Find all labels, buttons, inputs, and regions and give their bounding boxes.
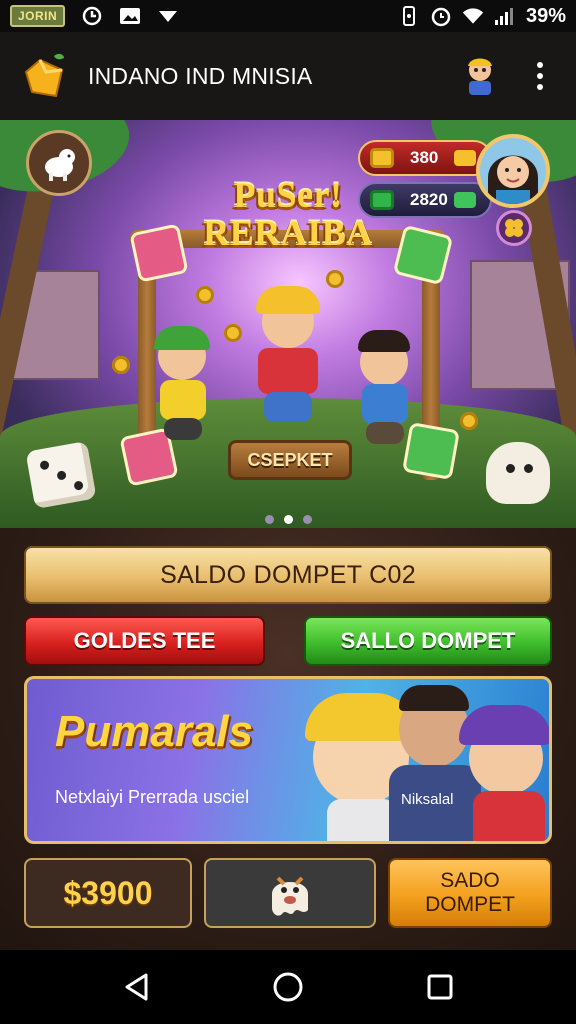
coins-counter[interactable]: 380 [358,140,492,176]
promo-man-hair [399,685,469,711]
coin-icon [460,412,478,430]
pet-profile-button[interactable] [26,130,92,196]
coin-icon [370,148,394,168]
promo-title: Pumarals [55,707,254,756]
character-dark-hair-boy [350,330,420,450]
hero-title-line2: RERAIBA [203,213,373,253]
vibrate-icon [398,5,420,27]
wifi-icon [462,5,484,27]
dropdown-icon [157,5,179,27]
sheep-icon [45,149,75,181]
coin-icon [224,324,242,342]
wallet-button-line1: SADO [440,869,500,892]
sallo-dompet-button[interactable]: SALLO DOMPET [304,616,552,666]
promo-subtitle: Netxlaiyi Prerrada usciel [55,787,250,807]
hero-banner[interactable]: 380 2820 PuSer! RERAIBA CSEPKET [0,120,576,528]
back-icon[interactable] [116,967,156,1007]
carousel-dot[interactable] [302,515,312,524]
status-bar: JORIN 39% [0,0,576,32]
battery-percent: 39% [525,4,566,27]
bottom-action-row: $3900 SADO DOMPET [24,858,552,932]
coin-stack-icon [454,150,476,166]
hero-title: PuSer! RERAIBA [188,176,388,252]
hero-sign-button[interactable]: CSEPKET [228,440,352,480]
promo-boy-shirt [473,791,545,841]
promo-banner[interactable]: Pumarals Netxlaiyi Prerrada usciel Niksa… [24,676,552,844]
carousel-dot-active[interactable] [283,515,293,524]
character-boy-green-cap [148,326,218,446]
character-blond-boy [240,286,336,436]
cash-icon [454,192,476,208]
app-logo-icon[interactable] [18,50,70,102]
coin-icon [326,270,344,288]
ghost-mascot-icon [486,442,550,504]
ghost-mascot-icon [272,876,308,916]
rank-badge-icon [496,210,532,246]
game-tile [392,224,454,286]
image-icon [119,5,141,27]
sado-dompet-button[interactable]: SADO DOMPET [388,858,552,928]
wallet-balance-bar[interactable]: SALDO DOMPET C02 [24,546,552,604]
app-title: INDANO IND MNISIA [88,62,313,89]
carousel-dot[interactable] [264,515,274,524]
wallet-panel: SALDO DOMPET C02 GOLDES TEE SALLO DOMPET… [0,528,576,950]
alarm-icon [81,5,103,27]
hero-title-line1: PuSer! [233,175,343,215]
balance-display: $3900 [24,858,192,928]
app-bar: INDANO IND MNISIA [0,32,576,120]
goldes-tee-button[interactable]: GOLDES TEE [24,616,265,666]
dice-icon [25,441,97,509]
coins-value: 380 [410,148,439,167]
player-avatar[interactable] [476,134,550,208]
system-nav-bar [0,950,576,1024]
promo-name: Niksalal [401,791,454,808]
game-tile [129,223,189,283]
overflow-menu-button[interactable] [522,54,558,98]
carousel-indicator [0,515,576,524]
coin-icon [196,286,214,304]
home-icon[interactable] [268,967,308,1007]
recents-icon[interactable] [420,967,460,1007]
profile-avatar-icon[interactable] [460,54,500,98]
promo-girl-shirt [327,799,397,841]
gems-value: 2820 [410,190,448,209]
clock-icon [430,5,452,27]
carrier-label: JORIN [10,5,66,27]
mascot-button[interactable] [204,858,376,928]
signal-icon [494,5,516,27]
wallet-button-line2: DOMPET [425,893,515,916]
purple-helmet [459,705,549,745]
coin-icon [112,356,130,374]
